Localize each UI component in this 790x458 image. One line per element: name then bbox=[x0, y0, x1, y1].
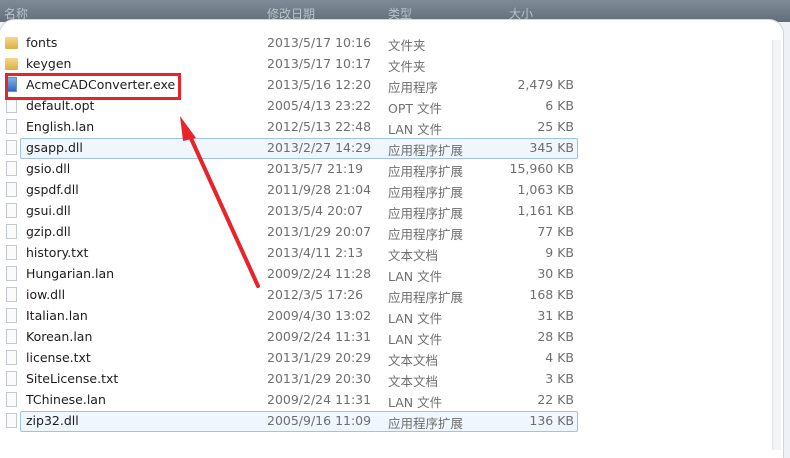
red-arrow-annotation bbox=[180, 116, 260, 288]
